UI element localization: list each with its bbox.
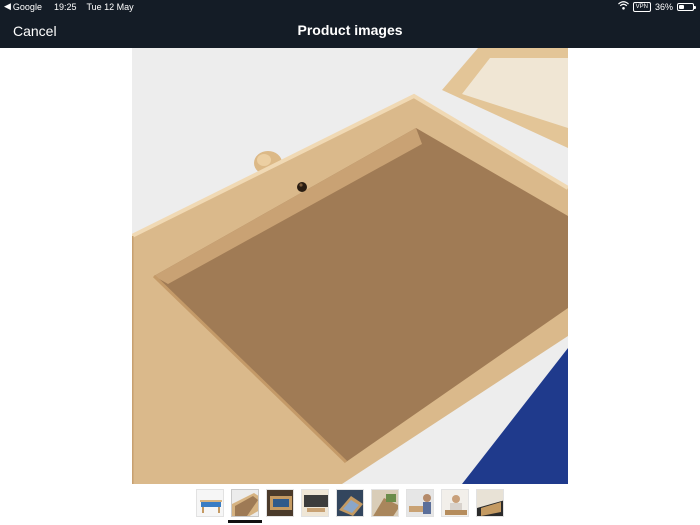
nav-bar: Cancel Product images <box>0 14 700 48</box>
wooden-frame-tray-photo <box>132 48 568 484</box>
back-triangle-icon: ◀ <box>4 1 11 11</box>
page-title: Product images <box>297 22 403 38</box>
back-app-label: Google <box>12 1 42 12</box>
thumbnail-3[interactable] <box>266 489 294 517</box>
wifi-icon <box>617 1 629 12</box>
status-date: Tue 12 May <box>86 1 134 12</box>
main-product-image[interactable] <box>132 48 568 484</box>
battery-percent: 36% <box>654 1 673 12</box>
status-bar: ◀ Google 19:25 Tue 12 May VPN 36% <box>0 0 700 14</box>
battery-level <box>679 4 684 9</box>
thumbnail-8[interactable] <box>441 489 469 517</box>
thumbnail-2[interactable] <box>231 489 259 517</box>
thumbnail-1[interactable] <box>196 489 224 517</box>
thumbnail-7[interactable] <box>406 489 434 517</box>
battery-icon <box>677 2 696 11</box>
status-time: 19:25 <box>53 1 77 12</box>
thumbnail-9[interactable] <box>476 489 504 517</box>
thumbnail-5[interactable] <box>336 489 364 517</box>
cancel-button[interactable]: Cancel <box>13 23 57 39</box>
thumbnail-strip <box>196 489 504 517</box>
back-to-app-link[interactable]: ◀ Google <box>4 1 42 12</box>
selected-thumbnail-indicator <box>228 520 262 523</box>
vpn-badge: VPN <box>632 1 651 12</box>
thumbnail-4[interactable] <box>301 489 329 517</box>
thumbnail-6[interactable] <box>371 489 399 517</box>
